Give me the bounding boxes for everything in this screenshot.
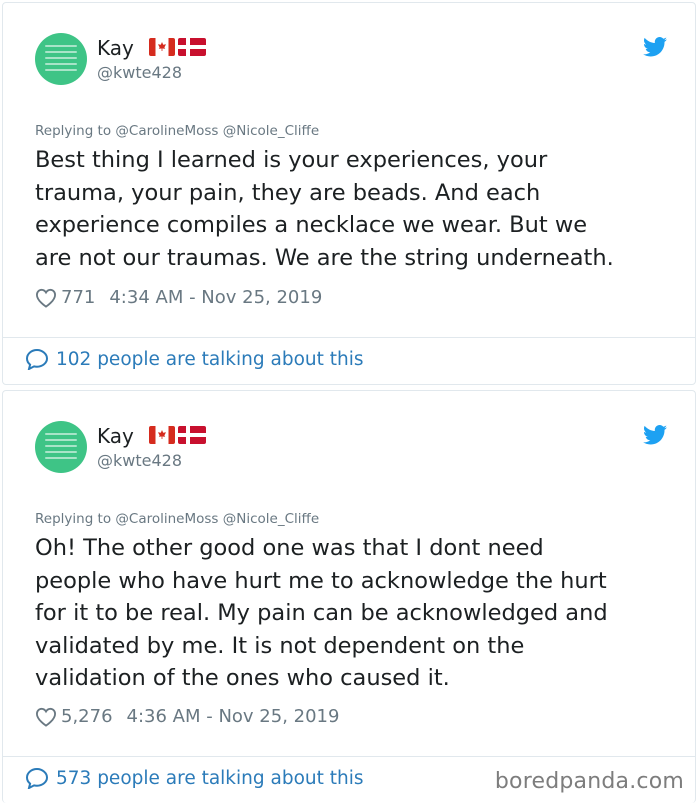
reply-mentions[interactable]: @CarolineMoss @Nicole_Cliffe: [115, 511, 319, 527]
user-handle[interactable]: @kwte428: [97, 63, 182, 82]
like-count[interactable]: 5,276: [61, 706, 113, 727]
canada-flag-icon: [149, 426, 175, 444]
talking-link[interactable]: 102 people are talking about this: [25, 348, 364, 370]
flag-emojis: [149, 426, 206, 444]
avatar[interactable]: [35, 421, 87, 473]
replying-to: Replying to @CarolineMoss @Nicole_Cliffe: [35, 123, 319, 139]
talking-count[interactable]: 573 people are talking about this: [56, 768, 364, 789]
display-name[interactable]: Kay: [97, 424, 134, 448]
watermark: boredpanda.com: [494, 769, 684, 794]
flag-emojis: [149, 38, 206, 56]
talking-link[interactable]: 573 people are talking about this: [25, 767, 364, 789]
tweet-meta: 5,276 4:36 AM - Nov 25, 2019: [35, 706, 339, 727]
like-count[interactable]: 771: [61, 287, 95, 308]
timestamp[interactable]: 4:36 AM - Nov 25, 2019: [127, 706, 340, 727]
denmark-flag-icon: [178, 38, 206, 56]
tweet-text: Best thing I learned is your experiences…: [35, 147, 614, 271]
tweet-text: Oh! The other good one was that I dont n…: [35, 535, 608, 691]
divider: [3, 756, 695, 757]
divider: [3, 337, 695, 338]
avatar[interactable]: [35, 33, 87, 85]
speech-bubble-icon: [25, 767, 49, 789]
user-handle[interactable]: @kwte428: [97, 451, 182, 470]
denmark-flag-icon: [178, 426, 206, 444]
display-name[interactable]: Kay: [97, 36, 134, 60]
tweet-card[interactable]: Kay @kwte428 Replying to @CarolineMoss @…: [2, 390, 696, 803]
twitter-bird-icon[interactable]: [643, 37, 667, 57]
heart-icon[interactable]: [35, 288, 57, 308]
heart-icon[interactable]: [35, 707, 57, 727]
reply-mentions[interactable]: @CarolineMoss @Nicole_Cliffe: [115, 123, 319, 139]
tweet-card[interactable]: Kay @kwte428 Replying to @CarolineMoss @…: [2, 2, 696, 385]
replying-to: Replying to @CarolineMoss @Nicole_Cliffe: [35, 511, 319, 527]
speech-bubble-icon: [25, 348, 49, 370]
twitter-bird-icon[interactable]: [643, 425, 667, 445]
replying-label: Replying to: [35, 123, 112, 139]
timestamp[interactable]: 4:34 AM - Nov 25, 2019: [109, 287, 322, 308]
canada-flag-icon: [149, 38, 175, 56]
talking-count[interactable]: 102 people are talking about this: [56, 349, 364, 370]
replying-label: Replying to: [35, 511, 112, 527]
tweet-meta: 771 4:34 AM - Nov 25, 2019: [35, 287, 322, 308]
